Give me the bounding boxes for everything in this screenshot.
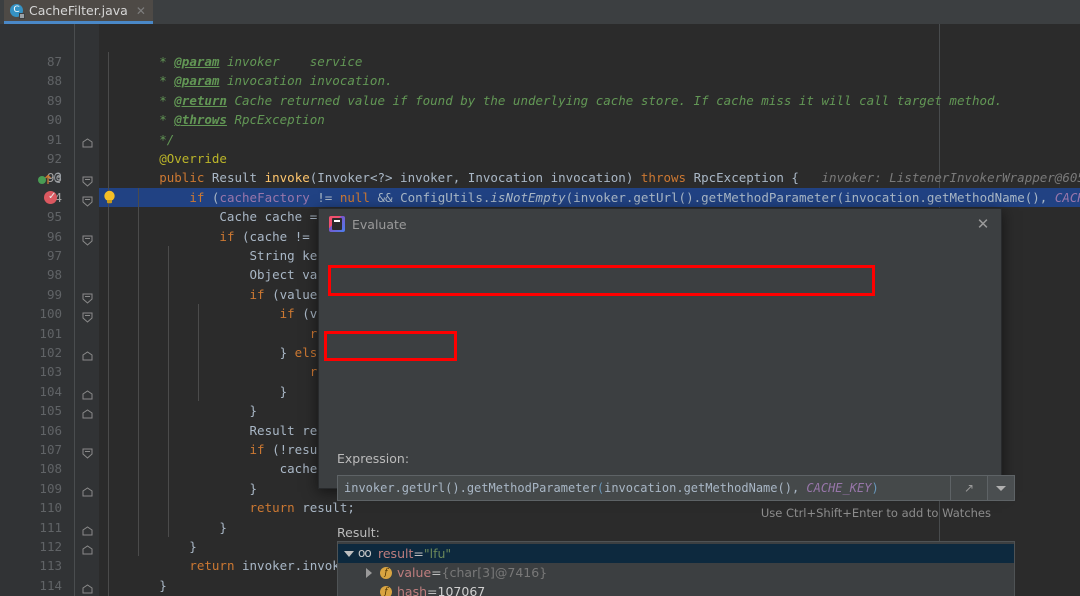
fold-collapse-icon[interactable] bbox=[82, 308, 93, 319]
code-line-text: } bbox=[99, 576, 167, 595]
line-number: 107 bbox=[0, 440, 62, 459]
tree-expander-expanded-icon[interactable] bbox=[344, 551, 358, 557]
ide-window: C CacheFilter.java ✕ 87 * @param invoker… bbox=[0, 0, 1080, 596]
line-number: 114 bbox=[0, 576, 62, 595]
line-number: 96 bbox=[0, 227, 62, 246]
tab-label: CacheFilter.java bbox=[29, 3, 128, 18]
line-number: 104 bbox=[0, 382, 62, 401]
code-line-text: return result; bbox=[99, 498, 355, 517]
fold-end-icon[interactable] bbox=[82, 405, 93, 416]
line-number: 109 bbox=[0, 479, 62, 498]
code-line-text: * @return Cache returned value if found … bbox=[99, 91, 1002, 110]
line-number: 89 bbox=[0, 91, 62, 110]
result-label: Result: bbox=[337, 525, 380, 540]
tree-expander-collapsed-icon[interactable] bbox=[366, 568, 380, 578]
result-node-value: "lfu" bbox=[424, 546, 451, 561]
fold-collapse-icon[interactable] bbox=[82, 289, 93, 300]
line-number: 110 bbox=[0, 498, 62, 517]
chevron-down-icon bbox=[996, 486, 1006, 491]
result-node-value: 107067 bbox=[438, 584, 486, 596]
java-class-icon: C bbox=[10, 4, 24, 18]
result-node-value: {char[3]@7416} bbox=[442, 565, 548, 580]
line-number: 103 bbox=[0, 362, 62, 381]
line-number: 108 bbox=[0, 459, 62, 478]
line-number: 88 bbox=[0, 71, 62, 90]
fold-end-icon[interactable] bbox=[82, 134, 93, 145]
fold-collapse-icon[interactable] bbox=[82, 192, 93, 203]
fold-end-icon[interactable] bbox=[82, 541, 93, 552]
code-line-text: @Override bbox=[99, 149, 227, 168]
result-tree-row[interactable]: fvalue = {char[3]@7416} bbox=[338, 563, 1014, 582]
code-line-text: public Result invoke(Invoker<?> invoker,… bbox=[99, 168, 1080, 187]
code-line-text: } bbox=[99, 401, 257, 420]
gutter-divider bbox=[74, 24, 75, 596]
evaluate-dialog[interactable]: Evaluate ✕ Expression: invoker.getUrl().… bbox=[318, 208, 1002, 489]
close-icon[interactable]: ✕ bbox=[975, 216, 991, 232]
code-line-text: } bbox=[99, 537, 197, 556]
intellij-debugger-icon bbox=[329, 216, 345, 232]
override-method-icon[interactable] bbox=[38, 171, 51, 184]
result-node-name: value bbox=[397, 565, 431, 580]
result-tree-row[interactable]: oo result = "lfu" bbox=[338, 544, 1014, 563]
line-number: 105 bbox=[0, 401, 62, 420]
code-line-text: */ bbox=[99, 130, 174, 149]
dialog-title: Evaluate bbox=[352, 217, 407, 232]
object-reference-icon: oo bbox=[358, 548, 373, 559]
line-number: 101 bbox=[0, 324, 62, 343]
expression-text: invoker.getUrl().getMethodParameter(invo… bbox=[344, 481, 879, 495]
line-number: 90 bbox=[0, 110, 62, 129]
fold-end-icon[interactable] bbox=[82, 347, 93, 358]
line-number: 112 bbox=[0, 537, 62, 556]
code-line-text: * @throws RpcException bbox=[99, 110, 325, 129]
field-icon: f bbox=[380, 586, 392, 596]
line-number: 92 bbox=[0, 149, 62, 168]
fold-collapse-icon[interactable] bbox=[82, 172, 93, 183]
expand-diagonal-icon[interactable]: ↗ bbox=[951, 475, 988, 501]
java-class-lock-icon bbox=[19, 13, 25, 19]
line-number: 113 bbox=[0, 556, 62, 575]
fold-end-icon[interactable] bbox=[82, 522, 93, 533]
line-number: 106 bbox=[0, 421, 62, 440]
code-line-text: } bbox=[99, 382, 287, 401]
field-icon: f bbox=[380, 567, 392, 579]
result-node-name: hash bbox=[397, 584, 427, 596]
watches-hint: Use Ctrl+Shift+Enter to add to Watches bbox=[761, 506, 991, 520]
line-number: 100 bbox=[0, 304, 62, 323]
breakpoint-verified-icon[interactable]: ✓ bbox=[44, 191, 57, 204]
code-line-text: * @param invoker service bbox=[99, 52, 362, 71]
result-node-equals: = bbox=[413, 546, 423, 561]
result-node-name: result bbox=[378, 546, 413, 561]
line-number: 111 bbox=[0, 518, 62, 537]
code-line-text: if (cacheFactory != null && ConfigUtils.… bbox=[99, 188, 1080, 207]
fold-collapse-icon[interactable] bbox=[82, 444, 93, 455]
result-node-equals: = bbox=[431, 565, 441, 580]
line-number: 102 bbox=[0, 343, 62, 362]
code-line-text: } bbox=[99, 518, 227, 537]
code-line-text: } bbox=[99, 479, 257, 498]
result-tree-row[interactable]: fhash = 107067 bbox=[338, 582, 1014, 596]
line-number: 95 bbox=[0, 207, 62, 226]
result-node-equals: = bbox=[427, 584, 437, 596]
tab-cachefilter-java[interactable]: C CacheFilter.java ✕ bbox=[4, 0, 153, 24]
fold-end-icon[interactable] bbox=[82, 386, 93, 397]
fold-end-icon[interactable] bbox=[82, 483, 93, 494]
line-number: 98 bbox=[0, 265, 62, 284]
line-number: 93 bbox=[0, 168, 62, 187]
line-number: 87 bbox=[0, 52, 62, 71]
line-number: 97 bbox=[0, 246, 62, 265]
code-line-text: } else { bbox=[99, 343, 340, 362]
close-icon[interactable]: ✕ bbox=[136, 5, 146, 17]
line-number: 91 bbox=[0, 130, 62, 149]
code-line-text: * @param invocation invocation. bbox=[99, 71, 393, 90]
editor-tab-bar: C CacheFilter.java ✕ bbox=[0, 0, 1080, 24]
dialog-title-bar: Evaluate bbox=[319, 209, 1003, 239]
line-number: 99 bbox=[0, 285, 62, 304]
result-tree[interactable]: ooresult = "lfu"fvalue = {char[3]@7416}f… bbox=[337, 541, 1015, 596]
expression-history-dropdown[interactable] bbox=[988, 475, 1015, 501]
fold-end-icon[interactable] bbox=[82, 580, 93, 591]
expression-label: Expression: bbox=[337, 451, 409, 466]
expression-input[interactable]: invoker.getUrl().getMethodParameter(invo… bbox=[337, 475, 951, 501]
fold-collapse-icon[interactable] bbox=[82, 231, 93, 242]
annotation-at-icon[interactable]: @ bbox=[54, 170, 61, 184]
